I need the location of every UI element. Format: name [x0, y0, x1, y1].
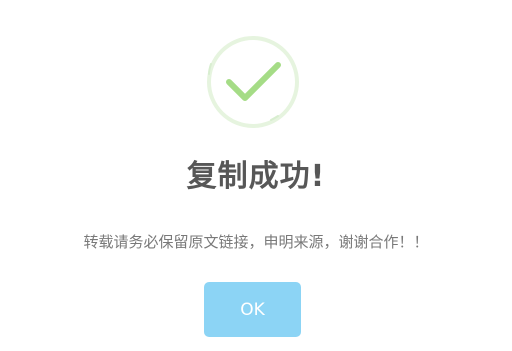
dialog-title: 复制成功! — [186, 159, 326, 194]
success-dialog: 复制成功! 转载请务必保留原文链接，申明来源，谢谢合作！！ OK — [0, 0, 512, 351]
dialog-message: 转载请务必保留原文链接，申明来源，谢谢合作！！ — [83, 233, 429, 251]
ok-button[interactable]: OK — [204, 282, 301, 337]
success-checkmark-icon — [207, 36, 299, 128]
